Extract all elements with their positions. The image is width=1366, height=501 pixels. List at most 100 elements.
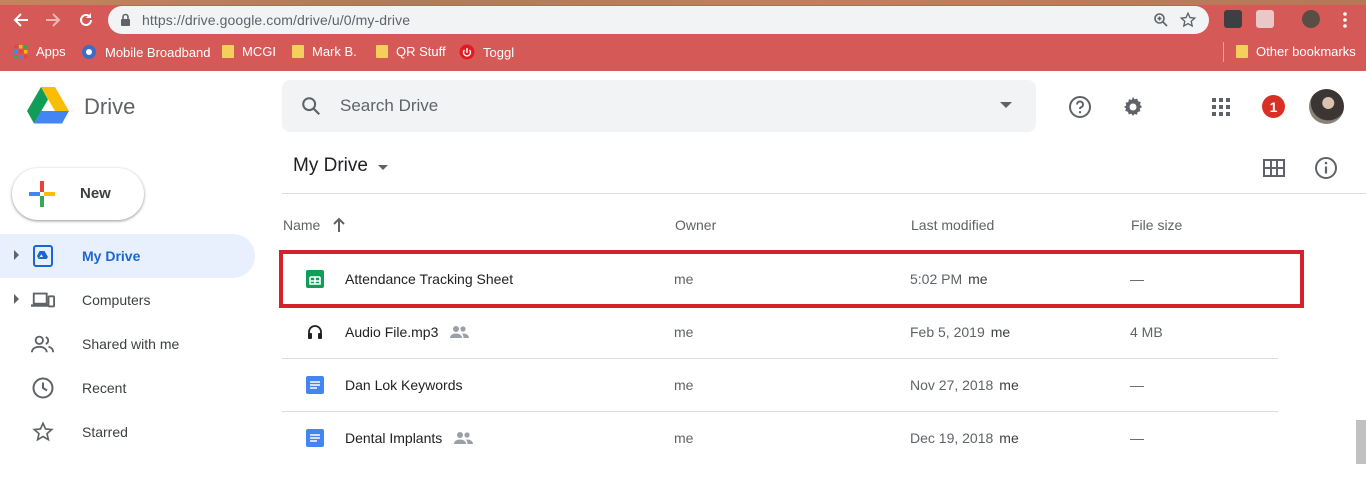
bookmark-mcgi[interactable]: MCGI [222,44,276,59]
file-modified: Dec 19, 2018 me [910,430,1019,446]
search-icon[interactable] [300,95,322,117]
sidebar-item-label: My Drive [82,248,141,264]
chrome-top-strip [0,0,1366,5]
sidebar-item-my-drive[interactable]: My Drive [0,234,255,278]
new-button[interactable]: New [12,168,144,220]
computers-icon [31,288,55,312]
bookmark-star-icon[interactable] [1179,11,1197,29]
sidebar-item-label: Computers [82,292,151,308]
sidebar-item-shared-with-me[interactable]: Shared with me [0,322,255,366]
google-apps-button[interactable] [1208,94,1234,120]
info-icon [1315,157,1337,179]
modified-by: me [999,377,1019,393]
bookmark-mark-b[interactable]: Mark B. [292,44,357,59]
sort-ascending-icon[interactable] [331,216,347,234]
forward-button[interactable] [42,9,64,31]
reload-icon [80,13,92,26]
shared-people-icon [450,326,469,338]
help-button[interactable] [1067,94,1093,120]
modified-by: me [990,324,1011,340]
folder-icon [1236,45,1248,58]
column-header-name[interactable]: Name [283,217,320,233]
google-sheets-icon [305,269,325,289]
google-docs-icon [305,375,325,395]
search-bar [282,80,1036,132]
clock-icon [31,376,55,400]
modified-by: me [968,271,988,287]
bookmark-label: MCGI [242,44,276,59]
folder-icon [222,45,234,58]
modified-date: Dec 19, 2018 [910,430,994,446]
profile-avatar-small[interactable] [1302,10,1320,28]
bookmarks-divider [1223,42,1224,62]
apps-grid-icon [14,44,28,58]
reload-button[interactable] [75,9,97,31]
folder-icon [292,45,304,58]
sidebar-item-starred[interactable]: Starred [0,410,255,454]
bookmark-label: Apps [36,44,66,59]
file-row[interactable]: Dental Implants me Dec 19, 2018 me — [282,412,1278,465]
search-options-icon[interactable] [1000,102,1012,108]
extension-icon-2[interactable] [1256,10,1274,28]
file-owner: me [674,271,694,287]
bookmark-label: Mobile Broadband [105,44,211,60]
google-docs-icon [305,428,325,448]
modified-date: 5:02 PM [910,271,963,287]
gear-icon [1124,97,1142,116]
apps-grid-icon [1212,98,1230,116]
new-label: New [80,185,111,202]
settings-button[interactable] [1120,94,1146,120]
shared-people-icon [454,432,473,444]
bookmark-qr-stuff[interactable]: QR Stuff [376,44,446,59]
grid-view-button[interactable] [1262,156,1286,180]
file-modified: Nov 27, 2018 me [910,377,1019,393]
file-size: — [1130,377,1144,393]
details-button[interactable] [1314,156,1338,180]
location-title: My Drive [293,155,368,176]
location-breadcrumb[interactable]: My Drive [293,155,388,177]
forward-arrow-icon [46,13,61,27]
chevron-down-icon [377,165,388,170]
toggl-icon [459,44,475,60]
vertical-scrollbar[interactable] [1356,420,1366,464]
file-size: — [1130,271,1144,287]
file-modified: Feb 5, 2019 me [910,324,1010,340]
expand-arrow-icon[interactable] [14,294,19,304]
notifications-badge[interactable]: 1 [1262,95,1285,118]
drive-logo-icon[interactable] [27,87,69,124]
chrome-menu-button[interactable] [1334,9,1356,31]
shared-people-icon [31,332,55,356]
column-header-file-size[interactable]: File size [1131,217,1182,233]
address-bar[interactable]: https://drive.google.com/drive/u/0/my-dr… [108,6,1209,34]
expand-arrow-icon[interactable] [14,250,19,260]
bookmark-other[interactable]: Other bookmarks [1236,44,1356,59]
extension-icon-1[interactable] [1224,10,1242,28]
sidebar-item-label: Shared with me [82,336,180,352]
my-drive-icon [31,244,55,268]
grid-view-icon [1263,159,1285,177]
sidebar-item-computers[interactable]: Computers [0,278,255,322]
modified-date: Feb 5, 2019 [910,324,985,340]
sidebar-item-recent[interactable]: Recent [0,366,255,410]
column-header-owner[interactable]: Owner [675,217,716,233]
header-divider [282,193,1366,194]
bookmark-label: Mark B. [312,44,357,59]
bookmark-mobile-broadband[interactable]: Mobile Broadband [81,44,211,60]
star-icon [31,420,55,444]
file-row[interactable]: Dan Lok Keywords me Nov 27, 2018 me — [282,359,1278,412]
modified-by: me [999,430,1019,446]
file-name: Audio File.mp3 [345,324,439,340]
headphones-icon [305,322,325,342]
back-button[interactable] [10,9,32,31]
column-header-last-modified[interactable]: Last modified [911,217,994,233]
globe-icon [82,45,96,59]
bookmark-apps[interactable]: Apps [14,44,66,59]
file-row[interactable]: Attendance Tracking Sheet me 5:02 PM me — [282,253,1278,306]
account-avatar[interactable] [1309,89,1344,124]
back-arrow-icon [13,13,28,27]
search-input[interactable] [340,92,960,120]
lock-icon [121,13,130,26]
bookmark-toggl[interactable]: Toggl [459,44,514,60]
zoom-icon[interactable] [1153,12,1169,28]
file-row[interactable]: Audio File.mp3 me Feb 5, 2019 me 4 MB [282,306,1278,359]
